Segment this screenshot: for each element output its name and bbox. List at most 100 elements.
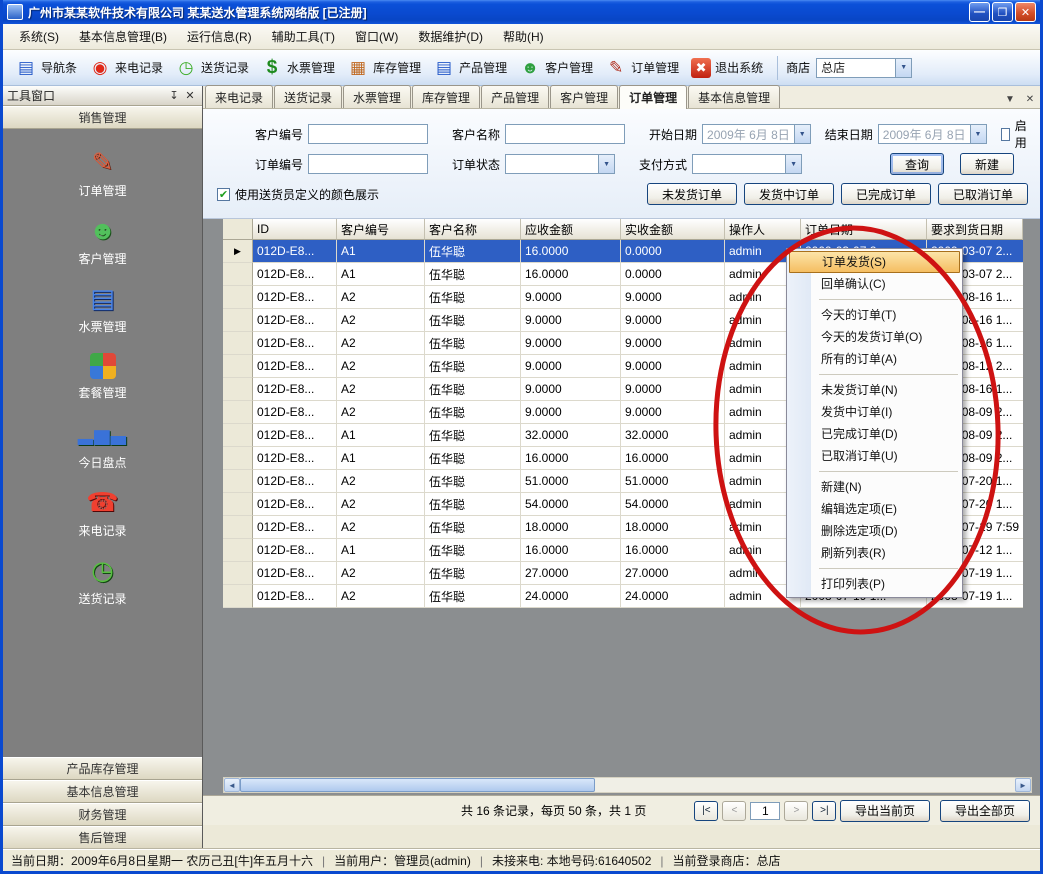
order-status-filter-button[interactable]: 已取消订单 [938,183,1028,205]
next-page-button[interactable]: > [784,801,808,821]
row-selector[interactable] [223,378,253,401]
chevron-down-icon[interactable]: ▼ [895,59,911,77]
context-menu-item[interactable]: 未发货订单(N) [789,379,960,401]
sidebar-item[interactable]: ▂▅▃ 今日盘点 [3,411,202,479]
minimize-button[interactable]: — [969,2,990,22]
menu-item[interactable]: 系统(S) [9,24,69,49]
row-selector[interactable] [223,470,253,493]
menu-item[interactable]: 辅助工具(T) [262,24,345,49]
sidebar-group[interactable]: 财务管理 [3,803,202,826]
sidebar-item[interactable]: ▤ 水票管理 [3,275,202,343]
sidebar-item[interactable]: ☎ 来电记录 [3,479,202,547]
toolbar-button[interactable]: ✎ 订单管理 [599,54,685,82]
pay-method-select[interactable]: ▼ [692,154,802,174]
scroll-right-icon[interactable]: ► [1015,778,1031,792]
toolbar-button[interactable]: ◷ 送货记录 [169,54,255,82]
order-status-filter-button[interactable]: 已完成订单 [841,183,931,205]
column-header-order-date[interactable]: 订单日期 [801,219,927,240]
context-menu-item[interactable]: 刷新列表(R) [789,542,960,564]
menu-item[interactable]: 运行信息(R) [177,24,262,49]
chevron-down-icon[interactable]: ▼ [785,155,801,173]
new-button[interactable]: 新建 [960,153,1014,175]
sidebar-group-sales[interactable]: 销售管理 [3,106,202,129]
column-header-customer-name[interactable]: 客户名称 [425,219,521,240]
context-menu-item[interactable]: 今天的发货订单(O) [789,326,960,348]
end-date-picker[interactable]: 2009年 6月 8日 ▼ [878,124,987,144]
context-menu-item[interactable]: 删除选定项(D) [789,520,960,542]
menu-item[interactable]: 窗口(W) [345,24,408,49]
tab[interactable]: 库存管理 [412,85,480,108]
order-no-input[interactable] [308,154,428,174]
tab[interactable]: 产品管理 [481,85,549,108]
start-date-picker[interactable]: 2009年 6月 8日 ▼ [702,124,811,144]
sidebar-group[interactable]: 产品库存管理 [3,757,202,780]
column-header-operator[interactable]: 操作人 [725,219,801,240]
row-selector[interactable] [223,585,253,608]
context-menu-item[interactable] [819,564,958,569]
chevron-down-icon[interactable]: ▼ [1002,94,1018,105]
context-menu-item[interactable] [819,370,958,375]
toolbar-button[interactable]: ▤ 产品管理 [427,54,513,82]
chevron-down-icon[interactable]: ▼ [794,125,810,143]
row-selector[interactable] [223,424,253,447]
row-selector[interactable] [223,516,253,539]
context-menu-item[interactable]: 已完成订单(D) [789,423,960,445]
tab[interactable]: 订单管理 [619,85,687,109]
scroll-left-icon[interactable]: ◄ [224,778,240,792]
order-status-select[interactable]: ▼ [505,154,615,174]
export-all-pages-button[interactable]: 导出全部页 [940,800,1030,822]
context-menu-item[interactable]: 新建(N) [789,476,960,498]
row-selector[interactable] [223,447,253,470]
context-menu-item[interactable]: 订单发货(S) [789,251,960,273]
first-page-button[interactable]: |< [694,801,718,821]
menu-item[interactable]: 基本信息管理(B) [69,24,177,49]
context-menu-item[interactable] [819,467,958,472]
context-menu-item[interactable]: 回单确认(C) [789,273,960,295]
context-menu-item[interactable]: 发货中订单(I) [789,401,960,423]
row-selector[interactable] [223,539,253,562]
delivery-color-checkbox[interactable]: 使用送货员定义的颜色展示 [217,186,379,203]
menu-item[interactable]: 数据维护(D) [408,24,493,49]
row-selector[interactable] [223,286,253,309]
enable-checkbox[interactable]: 启用 [1001,117,1031,151]
page-number-input[interactable] [750,802,780,820]
store-select[interactable]: 总店 ▼ [816,58,912,78]
horizontal-scrollbar[interactable]: ◄ ► [223,777,1032,793]
tab[interactable]: 水票管理 [343,85,411,108]
sidebar-item[interactable]: ✎ 订单管理 [3,139,202,207]
tab[interactable]: 来电记录 [205,85,273,108]
maximize-button[interactable]: ❐ [992,2,1013,22]
order-status-filter-button[interactable]: 未发货订单 [647,183,737,205]
export-current-page-button[interactable]: 导出当前页 [840,800,930,822]
customer-name-input[interactable] [505,124,625,144]
tab[interactable]: 基本信息管理 [688,85,780,108]
customer-no-input[interactable] [308,124,428,144]
close-tab-icon[interactable]: ✕ [1022,94,1038,105]
toolbar-button[interactable]: ▦ 库存管理 [341,54,427,82]
toolbar-button[interactable]: ☻ 客户管理 [513,54,599,82]
context-menu-item[interactable]: 所有的订单(A) [789,348,960,370]
row-selector[interactable]: ▶ [223,240,253,263]
chevron-down-icon[interactable]: ▼ [970,125,986,143]
scrollbar-thumb[interactable] [240,778,595,792]
tab[interactable]: 客户管理 [550,85,618,108]
row-selector[interactable] [223,493,253,516]
order-status-filter-button[interactable]: 发货中订单 [744,183,834,205]
tab[interactable]: 送货记录 [274,85,342,108]
column-header-receivable[interactable]: 应收金额 [521,219,621,240]
prev-page-button[interactable]: < [722,801,746,821]
toolbar-button[interactable]: ▤ 导航条 [9,54,83,82]
last-page-button[interactable]: >| [812,801,836,821]
column-header-id[interactable]: ID [253,219,337,240]
column-header-required-date[interactable]: 要求到货日期 [927,219,1023,240]
row-selector[interactable] [223,401,253,424]
context-menu-item[interactable]: 编辑选定项(E) [789,498,960,520]
sidebar-item[interactable]: ☻ 客户管理 [3,207,202,275]
row-selector[interactable] [223,309,253,332]
row-selector[interactable] [223,562,253,585]
row-selector[interactable] [223,263,253,286]
sidebar-group[interactable]: 售后管理 [3,826,202,849]
close-icon[interactable]: ✕ [182,88,198,104]
chevron-down-icon[interactable]: ▼ [598,155,614,173]
context-menu-item[interactable]: 打印列表(P) [789,573,960,595]
